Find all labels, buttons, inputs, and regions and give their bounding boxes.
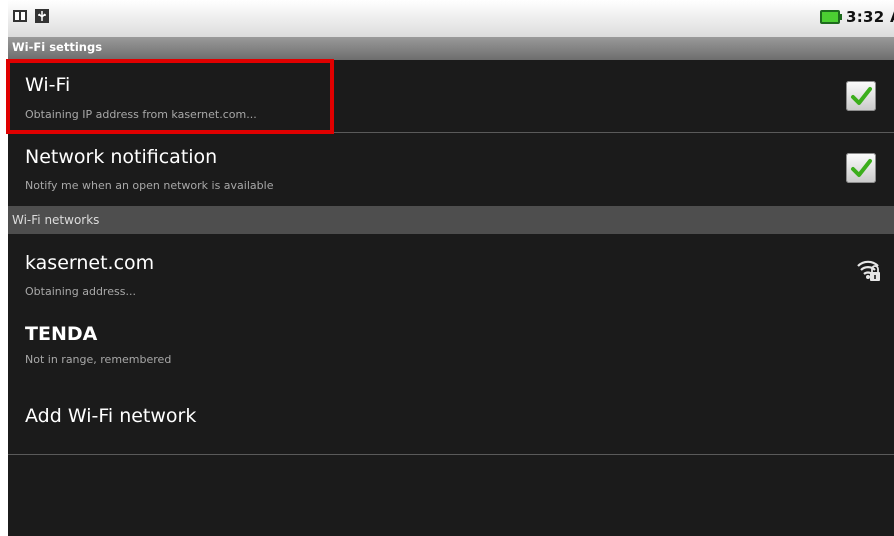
usb-icon [35,9,49,23]
add-wifi-network-row[interactable]: Add Wi-Fi network [8,378,894,454]
add-wifi-network-label: Add Wi-Fi network [25,405,197,427]
wifi-toggle-summary: Obtaining IP address from kasernet.com..… [25,108,257,121]
section-header-label: Wi-Fi networks [12,213,100,227]
network-item-kasernet[interactable]: kasernet.com Obtaining address... [8,234,894,306]
network-notification-summary: Notify me when an open network is availa… [25,179,274,192]
battery-icon [820,10,842,24]
divider [8,454,894,455]
wifi-checkbox[interactable] [846,81,876,111]
sd-card-icon [13,10,27,22]
status-clock: 3:32 AM [846,8,894,26]
title-bar: Wi-Fi settings [8,37,894,60]
network-notification-title: Network notification [25,146,218,168]
checkmark-icon [851,87,872,105]
android-screen: 3:32 AM Wi-Fi settings Wi-Fi Obtaining I… [8,0,894,536]
network-status: Obtaining address... [25,285,136,298]
wifi-toggle-title: Wi-Fi [25,74,71,96]
network-item-tenda[interactable]: TENDA Not in range, remembered [8,306,894,378]
network-ssid: kasernet.com [25,252,155,274]
page-title: Wi-Fi settings [12,40,103,54]
wifi-toggle-row[interactable]: Wi-Fi Obtaining IP address from kasernet… [8,60,894,132]
network-ssid: TENDA [25,323,98,345]
wifi-signal-lock-icon [857,260,880,281]
network-status: Not in range, remembered [25,353,172,366]
network-notification-checkbox[interactable] [846,153,876,183]
checkmark-icon [851,159,872,177]
network-notification-row[interactable]: Network notification Notify me when an o… [8,133,894,206]
section-header-wifi-networks: Wi-Fi networks [8,206,894,234]
status-bar: 3:32 AM [8,0,894,37]
